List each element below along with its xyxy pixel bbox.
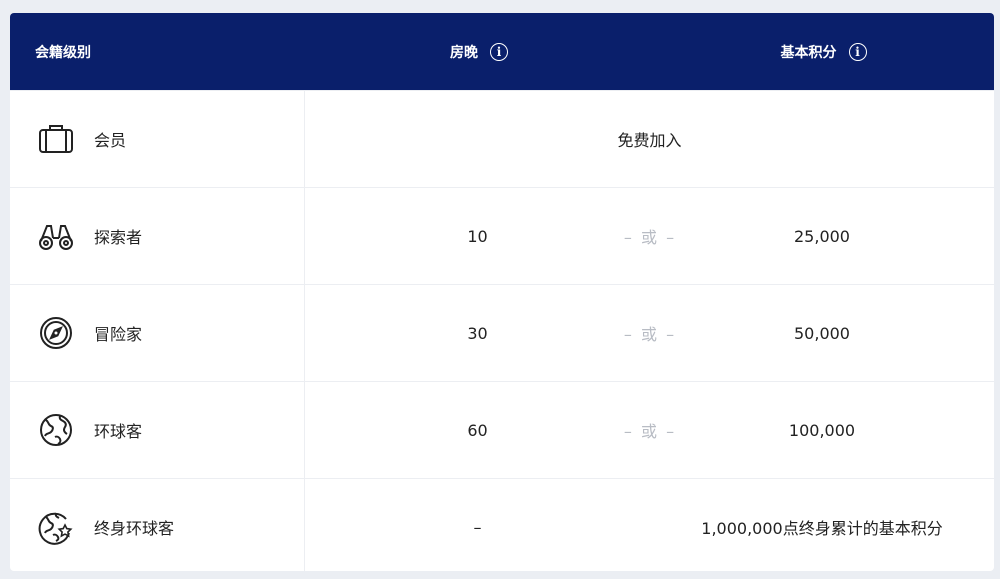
or-separator: – 或 –: [623, 325, 677, 344]
level-name: 探索者: [94, 228, 143, 247]
level-cell: 终身环球客: [10, 479, 305, 571]
binoculars-icon: [39, 225, 73, 250]
points-value: 25,000: [794, 226, 850, 246]
points-value: 1,000,000点终身累计的基本积分: [701, 519, 943, 538]
level-cell: 会员: [10, 91, 305, 187]
points-info-icon[interactable]: i: [848, 42, 867, 61]
nights-value: 30: [467, 323, 488, 343]
globe-star-icon: [38, 512, 73, 545]
membership-tier-table: 会籍级别 房晚 i 基本积分 i 会员 免费加入 探索者 10 – 或 – 25…: [10, 13, 994, 571]
table-row: 探索者 10 – 或 – 25,000: [10, 187, 994, 284]
header-nights-label: 房晚: [450, 44, 478, 61]
level-name: 终身环球客: [94, 519, 175, 538]
table-header: 会籍级别 房晚 i 基本积分 i: [10, 13, 994, 90]
level-name: 会员: [94, 131, 127, 150]
level-cell: 探索者: [10, 188, 305, 284]
points-value: 50,000: [794, 323, 850, 343]
table-row: 会员 免费加入: [10, 90, 994, 187]
nights-value: 10: [467, 226, 488, 246]
compass-icon: [40, 317, 72, 349]
table-row: 冒险家 30 – 或 – 50,000: [10, 284, 994, 381]
level-cell: 冒险家: [10, 285, 305, 381]
header-nights: 房晚 i: [305, 42, 653, 62]
header-points: 基本积分 i: [653, 42, 994, 62]
table-row: 终身环球客 – 1,000,000点终身累计的基本积分: [10, 478, 994, 571]
table-row: 环球客 60 – 或 – 100,000: [10, 381, 994, 478]
nights-value: –: [473, 517, 482, 537]
free-join-cell: 免费加入: [617, 131, 682, 150]
nights-value: 60: [467, 420, 488, 440]
header-points-label: 基本积分: [780, 44, 837, 61]
or-separator: – 或 –: [623, 422, 677, 441]
points-value: 100,000: [788, 420, 856, 440]
level-cell: 环球客: [10, 382, 305, 478]
suitcase-icon: [39, 125, 73, 153]
globe-icon: [40, 414, 72, 446]
level-name: 冒险家: [94, 325, 143, 344]
or-separator: – 或 –: [623, 228, 677, 247]
level-name: 环球客: [94, 422, 143, 441]
nights-info-icon[interactable]: i: [490, 42, 508, 61]
header-level: 会籍级别: [35, 44, 91, 61]
